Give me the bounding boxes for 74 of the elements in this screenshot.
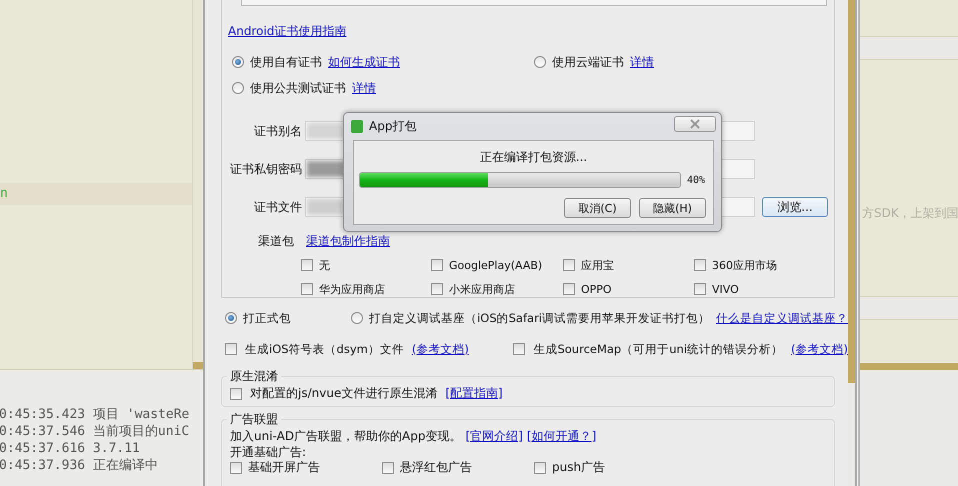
- checkbox[interactable]: [230, 462, 242, 474]
- checkbox-label[interactable]: 对配置的js/nvue文件进行原生混淆: [250, 385, 438, 402]
- checkbox[interactable]: [563, 283, 575, 295]
- radio-button[interactable]: [225, 312, 237, 324]
- checkbox-label[interactable]: 无: [319, 258, 330, 272]
- checkbox-label[interactable]: 基础开屏广告: [248, 460, 320, 475]
- radio-label[interactable]: 使用云端证书: [552, 54, 624, 70]
- section-label: 开通基础广告:: [230, 444, 308, 460]
- checkbox-label[interactable]: 应用宝: [581, 258, 614, 272]
- radio-label[interactable]: 打自定义调试基座（iOS的Safari调试需要用苹果开发证书打包）: [369, 310, 710, 326]
- hint-text: 方SDK，上架到国: [862, 204, 958, 222]
- info-link[interactable]: [如何开通？]: [526, 428, 596, 444]
- field-label: 渠道包: [257, 232, 294, 250]
- radio-button[interactable]: [232, 56, 244, 68]
- console-line: 0:45:35.423 项目 'wasteRe: [0, 406, 190, 423]
- group-title: 广告联盟: [229, 411, 279, 428]
- radio-button[interactable]: [534, 56, 546, 68]
- console-line: 0:45:37.616 3.7.11: [0, 440, 141, 457]
- status-message: 正在编译打包资源...: [478, 149, 588, 165]
- guide-link[interactable]: [配置指南]: [445, 385, 503, 402]
- checkbox[interactable]: [230, 388, 242, 400]
- checkbox[interactable]: [431, 283, 443, 295]
- help-link[interactable]: 什么是自定义调试基座？: [716, 310, 848, 326]
- checkbox-label[interactable]: 悬浮红包广告: [400, 460, 472, 475]
- radio-button[interactable]: [232, 82, 244, 94]
- app-logo-icon: [351, 120, 363, 133]
- checkbox[interactable]: [431, 259, 443, 271]
- progress-percent: 40%: [687, 174, 706, 186]
- checkbox[interactable]: [382, 462, 394, 474]
- guide-link[interactable]: Android证书使用指南: [228, 22, 346, 40]
- doc-link[interactable]: (参考文档): [412, 342, 469, 356]
- redacted-value: [307, 161, 345, 177]
- field-label: 证书文件: [253, 198, 302, 216]
- close-icon: [690, 119, 700, 129]
- help-link[interactable]: 详情: [630, 54, 654, 70]
- close-button[interactable]: [674, 116, 716, 132]
- dialog-button[interactable]: 取消(C): [564, 198, 631, 218]
- checkbox-label[interactable]: push广告: [552, 460, 606, 475]
- checkbox-label[interactable]: 360应用市场: [712, 258, 777, 272]
- checkbox[interactable]: [301, 283, 313, 295]
- dialog-title: App打包: [369, 118, 416, 135]
- info-link[interactable]: [官网介绍]: [466, 428, 523, 444]
- scrollbar[interactable]: [193, 0, 203, 369]
- help-link[interactable]: 如何生成证书: [328, 54, 400, 70]
- guide-link[interactable]: 渠道包制作指南: [306, 232, 390, 250]
- description-text: 加入uni-AD广告联盟，帮助你的App变现。: [230, 428, 462, 444]
- radio-label[interactable]: 打正式包: [243, 310, 291, 326]
- checkbox[interactable]: [225, 343, 237, 355]
- console-line: 0:45:37.546 当前项目的uniC: [0, 423, 190, 440]
- checkbox[interactable]: [563, 259, 575, 271]
- checkbox-label[interactable]: 小米应用商店: [449, 282, 515, 296]
- radio-label[interactable]: 使用自有证书: [250, 54, 322, 70]
- checkbox[interactable]: [513, 343, 526, 355]
- group-title: 原生混淆: [229, 368, 279, 385]
- radio-button[interactable]: [351, 312, 364, 324]
- checkbox-label[interactable]: GooglePlay(AAB): [449, 258, 542, 272]
- browse-button[interactable]: 浏览...: [762, 197, 828, 217]
- checkbox-label[interactable]: OPPO: [581, 282, 612, 296]
- checkbox[interactable]: [694, 259, 706, 271]
- checkbox[interactable]: [694, 283, 706, 295]
- checkbox-label[interactable]: VIVO: [712, 282, 739, 296]
- text-field[interactable]: [241, 0, 827, 6]
- checkbox-label[interactable]: 生成SourceMap（可用于uni统计的错误分析）: [533, 342, 784, 356]
- radio-label[interactable]: 使用公共测试证书: [250, 80, 346, 96]
- doc-link[interactable]: (参考文档): [791, 342, 848, 356]
- checkbox-label[interactable]: 华为应用商店: [319, 282, 385, 296]
- field-label: 证书私钥密码: [229, 160, 302, 178]
- checkbox[interactable]: [301, 259, 313, 271]
- dialog-button[interactable]: 隐藏(H): [639, 198, 706, 218]
- console-line: 0:45:37.936 正在编译中: [0, 457, 159, 474]
- checkbox-label[interactable]: 生成iOS符号表（dsym）文件: [245, 342, 404, 356]
- checkbox[interactable]: [534, 462, 546, 474]
- field-label: 证书别名: [253, 122, 302, 140]
- help-link[interactable]: 详情: [352, 80, 376, 96]
